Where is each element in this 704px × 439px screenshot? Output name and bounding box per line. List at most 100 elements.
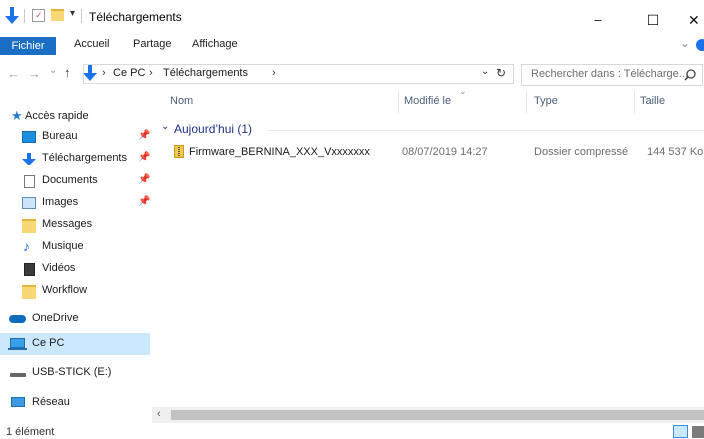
downloads-location-icon (83, 65, 97, 81)
sidebar-item-label: Vidéos (42, 262, 76, 274)
tab-partage[interactable]: Partage (133, 38, 172, 50)
sort-chevron-icon: ⌄ (459, 86, 467, 96)
computer-icon-base (8, 348, 27, 350)
star-icon: ★ (11, 108, 23, 123)
column-header-modified[interactable]: Modifié le (404, 95, 451, 107)
sidebar-item-bureau[interactable]: Bureau 📌 (0, 126, 150, 148)
pin-icon[interactable]: 📌 (138, 174, 150, 185)
close-button[interactable]: ✕ (680, 0, 704, 34)
sidebar-item-label: Messages (42, 218, 93, 230)
sidebar-item-telechargements[interactable]: Téléchargements 📌 (0, 148, 150, 170)
pin-icon[interactable]: 📌 (138, 130, 150, 141)
pin-icon[interactable]: 📌 (138, 152, 150, 163)
search-icon[interactable] (684, 69, 696, 81)
sidebar-item-onedrive[interactable]: OneDrive (0, 308, 150, 330)
ribbon: Fichier Accueil Partage Affichage ⌄ (0, 34, 704, 56)
sidebar-item-messages[interactable]: Messages (0, 214, 150, 236)
search-placeholder: Rechercher dans : Télécharge... (531, 68, 688, 80)
folder-icon (22, 285, 36, 299)
sidebar-item-label: Bureau (42, 130, 78, 142)
scrollbar-thumb[interactable] (171, 410, 704, 420)
address-bar-frame (83, 64, 514, 84)
group-collapse-chevron-icon[interactable]: ⌄ (161, 121, 169, 132)
recent-locations-chevron-icon[interactable]: ⌄ (49, 65, 57, 76)
tab-accueil[interactable]: Accueil (74, 38, 109, 50)
column-header-size[interactable]: Taille (640, 95, 665, 107)
zip-folder-icon (174, 145, 184, 158)
new-folder-icon[interactable] (51, 9, 64, 21)
sidebar-item-label: Musique (42, 240, 84, 252)
sidebar-item-workflow[interactable]: Workflow (0, 280, 150, 302)
properties-icon[interactable]: ✓ (32, 9, 45, 22)
group-header[interactable]: Aujourd’hui (1) (174, 122, 252, 136)
column-separator[interactable] (526, 91, 527, 113)
ribbon-expand-chevron[interactable]: ⌄ (680, 36, 690, 50)
title-divider (24, 9, 25, 23)
maximize-button[interactable]: ☐ (633, 0, 673, 34)
breadcrumb-separator: › (102, 67, 106, 79)
navigation-pane: ★ Accès rapide Bureau 📌 Téléchargements … (0, 104, 151, 408)
sidebar-item-label: Accès rapide (25, 110, 89, 122)
sidebar-item-label: Documents (42, 174, 98, 186)
download-icon (22, 153, 36, 165)
images-icon (22, 197, 36, 209)
search-input[interactable]: Rechercher dans : Télécharge... (521, 64, 703, 86)
file-name: Firmware_BERNINA_XXX_Vxxxxxxx (189, 146, 370, 158)
sidebar-item-label: OneDrive (32, 312, 79, 324)
back-button[interactable]: ← (7, 66, 20, 81)
up-button[interactable]: ↑ (64, 65, 71, 80)
sidebar-item-acces-rapide[interactable]: ★ Accès rapide (0, 106, 150, 128)
videos-icon (24, 263, 35, 276)
file-modified: 08/07/2019 14:27 (402, 146, 488, 158)
help-icon[interactable] (696, 39, 704, 51)
sidebar-item-label: Ce PC (32, 337, 65, 349)
title-bar: ✓ ▾ Téléchargements – ☐ ✕ (0, 0, 704, 34)
breadcrumb-separator-2: › (149, 67, 153, 79)
network-icon (11, 397, 25, 407)
window-title: Téléchargements (89, 10, 182, 24)
sidebar-item-videos[interactable]: Vidéos (0, 258, 150, 280)
column-header-name[interactable]: Nom (170, 95, 193, 107)
documents-icon (24, 175, 35, 188)
details-view-icon[interactable] (673, 425, 688, 438)
address-dropdown-chevron-icon[interactable]: ⌄ (481, 66, 489, 77)
forward-button[interactable]: → (28, 66, 41, 81)
sidebar-item-label: Téléchargements (42, 152, 127, 164)
sidebar-item-images[interactable]: Images 📌 (0, 192, 150, 214)
breadcrumb-telechargements[interactable]: Téléchargements (163, 67, 248, 79)
breadcrumb-separator-3: › (272, 67, 276, 79)
computer-icon (10, 338, 25, 348)
quick-access-toolbar-dropdown[interactable]: ▾ (70, 8, 75, 19)
column-separator[interactable] (634, 91, 635, 113)
tab-affichage[interactable]: Affichage (192, 38, 238, 50)
sidebar-item-usb[interactable]: USB-STICK (E:) (0, 362, 150, 384)
minimize-button[interactable]: – (578, 0, 618, 34)
status-item-count: 1 élément (6, 426, 55, 438)
sidebar-item-label: Réseau (32, 396, 70, 408)
pin-icon[interactable]: 📌 (138, 196, 150, 207)
breadcrumb-ce-pc[interactable]: Ce PC (113, 67, 145, 79)
horizontal-scrollbar[interactable]: ‹ (152, 407, 704, 423)
file-size: 144 537 Ko (647, 146, 704, 158)
group-divider (268, 130, 704, 131)
sidebar-item-documents[interactable]: Documents 📌 (0, 170, 150, 192)
column-separator[interactable] (398, 91, 399, 113)
column-header-type[interactable]: Type (534, 95, 558, 107)
desktop-icon (22, 131, 36, 143)
file-type: Dossier compressé (534, 146, 629, 158)
large-icons-view-icon[interactable] (692, 426, 704, 438)
sidebar-item-reseau[interactable]: Réseau (0, 392, 150, 414)
sidebar-item-ce-pc[interactable]: Ce PC (0, 333, 150, 355)
sidebar-item-musique[interactable]: ♪ Musique (0, 236, 150, 258)
sidebar-item-label: Images (42, 196, 79, 208)
drive-icon (10, 373, 26, 377)
onedrive-icon (9, 315, 26, 323)
folder-icon (22, 219, 36, 233)
tab-fichier[interactable]: Fichier (0, 37, 56, 55)
title-divider-2 (81, 9, 82, 23)
sidebar-item-label: Workflow (42, 284, 88, 296)
refresh-icon[interactable]: ↻ (496, 66, 506, 80)
sidebar-item-label: USB-STICK (E:) (32, 366, 112, 378)
scroll-left-arrow-icon[interactable]: ‹ (157, 408, 161, 420)
table-row[interactable]: Firmware_BERNINA_XXX_Vxxxxxxx 08/07/2019… (166, 142, 704, 162)
